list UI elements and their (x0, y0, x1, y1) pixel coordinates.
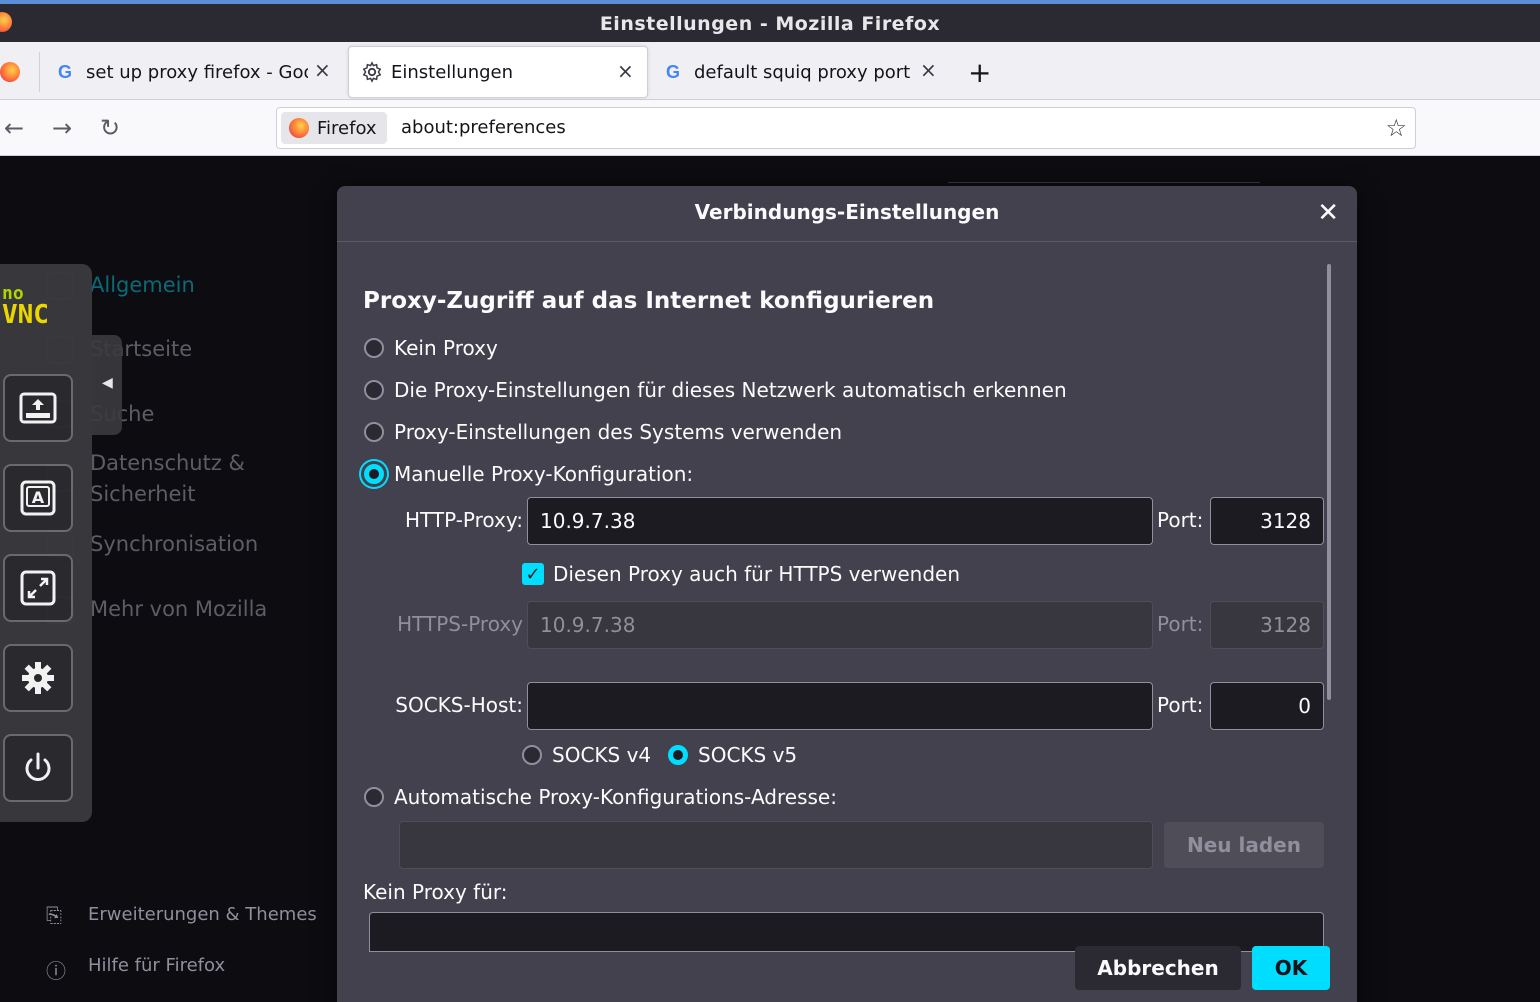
radio-pac-url[interactable]: Automatische Proxy-Konfigurations-Adress… (364, 785, 837, 809)
radio-label: SOCKS v5 (698, 743, 798, 767)
reload-pac-button: Neu laden (1164, 822, 1324, 868)
radio-manual-proxy[interactable]: Manuelle Proxy-Konfiguration: (364, 462, 693, 486)
firefox-help-link[interactable]: Hilfe für Firefox (88, 955, 225, 976)
dialog-scrollbar[interactable] (1327, 264, 1331, 700)
url-text[interactable]: about:preferences (401, 117, 566, 138)
radio-label: Die Proxy-Einstellungen für dieses Netzw… (394, 378, 1067, 402)
proxy-heading: Proxy-Zugriff auf das Internet konfiguri… (363, 288, 935, 314)
window-title: Einstellungen - Mozilla Firefox (599, 13, 941, 35)
svg-text:A: A (32, 488, 45, 507)
http-port-input[interactable]: 3128 (1210, 497, 1324, 545)
cancel-button[interactable]: Abbrechen (1075, 946, 1241, 990)
radio-no-proxy[interactable]: Kein Proxy (364, 336, 498, 360)
sidebar-item-synchronisation[interactable]: Synchronisation (90, 529, 258, 560)
radio-indicator[interactable] (522, 745, 542, 765)
novnc-logo: no VNC (2, 283, 49, 330)
tab-google-squid[interactable]: G default squiq proxy port - × (666, 46, 944, 98)
fullscreen-button[interactable] (3, 554, 73, 622)
forward-arrow-icon[interactable]: → (52, 114, 72, 142)
radio-auto-detect[interactable]: Die Proxy-Einstellungen für dieses Netzw… (364, 378, 1067, 402)
dialog-header: Verbindungs-Einstellungen ✕ (337, 186, 1357, 242)
power-icon (25, 752, 51, 781)
pac-url-input (399, 821, 1153, 869)
tab-label: set up proxy firefox - Goo (86, 61, 308, 83)
socks-host-input[interactable] (527, 682, 1153, 730)
http-proxy-input[interactable]: 10.9.7.38 (527, 497, 1153, 545)
keyboard-button[interactable] (3, 374, 73, 442)
help-icon: ⓘ (46, 959, 66, 983)
firefox-icon (289, 118, 309, 138)
ok-button[interactable]: OK (1252, 946, 1330, 990)
novnc-control-bar: no VNC A (0, 264, 92, 822)
connection-settings-dialog: Verbindungs-Einstellungen ✕ Proxy-Zugrif… (337, 186, 1357, 1002)
sidebar-item-sicherheit[interactable]: Sicherheit (90, 479, 196, 510)
google-icon: G (58, 61, 73, 82)
firefox-view-button[interactable] (0, 52, 40, 92)
nav-bar: ← → ↻ Firefox about:preferences ☆ (0, 100, 1540, 156)
https-port-label: Port: (1157, 612, 1204, 636)
radio-indicator[interactable] (364, 422, 384, 442)
https-same-checkbox[interactable]: ✓ Diesen Proxy auch für HTTPS verwenden (522, 562, 960, 586)
radio-socks-v4[interactable]: SOCKS v4 (522, 743, 651, 767)
checkbox-label: Diesen Proxy auch für HTTPS verwenden (553, 562, 961, 586)
close-tab-icon[interactable]: × (920, 58, 937, 82)
bookmark-star-icon[interactable]: ☆ (1385, 114, 1407, 142)
socks-host-label: SOCKS-Host: (395, 693, 523, 717)
close-icon[interactable]: ✕ (1317, 198, 1339, 228)
radio-socks-v5[interactable]: SOCKS v5 (668, 743, 797, 767)
keyboard-icon (19, 392, 57, 424)
new-tab-button[interactable]: + (968, 56, 991, 89)
firefox-icon (0, 62, 20, 82)
radio-label: Manuelle Proxy-Konfiguration: (394, 462, 694, 486)
radio-label: Proxy-Einstellungen des Systems verwende… (394, 420, 843, 444)
url-bar[interactable]: Firefox about:preferences ☆ (276, 107, 1416, 149)
radio-indicator[interactable] (364, 464, 384, 484)
extensions-themes-link[interactable]: Erweiterungen & Themes (88, 904, 317, 925)
sidebar-item-allgemein[interactable]: Allgemein (90, 270, 195, 301)
tab-google-proxy[interactable]: G set up proxy firefox - Goo × (58, 46, 336, 98)
https-proxy-input: 10.9.7.38 (527, 601, 1153, 649)
radio-label: SOCKS v4 (552, 743, 652, 767)
socks-port-label: Port: (1157, 693, 1204, 717)
close-tab-icon[interactable]: × (617, 59, 634, 83)
radio-system-proxy[interactable]: Proxy-Einstellungen des Systems verwende… (364, 420, 842, 444)
radio-indicator[interactable] (364, 787, 384, 807)
sidebar-item-datenschutz[interactable]: Datenschutz & (90, 448, 245, 479)
dialog-title: Verbindungs-Einstellungen (694, 200, 1000, 224)
http-port-label: Port: (1157, 508, 1204, 532)
radio-label: Kein Proxy (394, 336, 498, 360)
extra-keys-button[interactable]: A (3, 464, 73, 532)
tab-strip: G set up proxy firefox - Goo × Einstellu… (0, 42, 1540, 100)
gear-icon (362, 61, 382, 83)
sidebar-item-mozilla[interactable]: Mehr von Mozilla (90, 594, 267, 625)
radio-indicator[interactable] (668, 745, 688, 765)
tab-label: default squiq proxy port - (694, 61, 914, 83)
settings-gear-icon (22, 662, 54, 694)
tab-einstellungen[interactable]: Einstellungen × (348, 46, 648, 98)
collapse-arrow-icon: ◀ (102, 375, 113, 391)
back-arrow-icon[interactable]: ← (4, 114, 24, 142)
no-proxy-for-label: Kein Proxy für: (363, 880, 508, 904)
google-icon: G (666, 61, 681, 82)
novnc-control-handle[interactable]: ◀ (92, 335, 122, 435)
reload-icon[interactable]: ↻ (100, 114, 120, 142)
radio-label: Automatische Proxy-Konfigurations-Adress… (394, 785, 837, 809)
puzzle-icon: ⎘ (46, 903, 62, 927)
check-icon[interactable]: ✓ (522, 563, 544, 585)
radio-indicator[interactable] (364, 338, 384, 358)
tab-label: Einstellungen (391, 61, 514, 83)
disconnect-button[interactable] (3, 734, 73, 802)
radio-indicator[interactable] (364, 380, 384, 400)
http-proxy-label: HTTP-Proxy: (404, 508, 523, 532)
window-titlebar: Einstellungen - Mozilla Firefox (0, 0, 1540, 42)
close-tab-icon[interactable]: × (314, 58, 331, 82)
https-port-input: 3128 (1210, 601, 1324, 649)
socks-port-input[interactable]: 0 (1210, 682, 1324, 730)
identity-label: Firefox (317, 117, 377, 139)
settings-button[interactable] (3, 644, 73, 712)
key-a-icon: A (20, 480, 56, 516)
https-proxy-label: HTTPS-Proxy (397, 612, 523, 636)
fullscreen-icon (20, 570, 56, 606)
identity-box[interactable]: Firefox (281, 112, 387, 144)
